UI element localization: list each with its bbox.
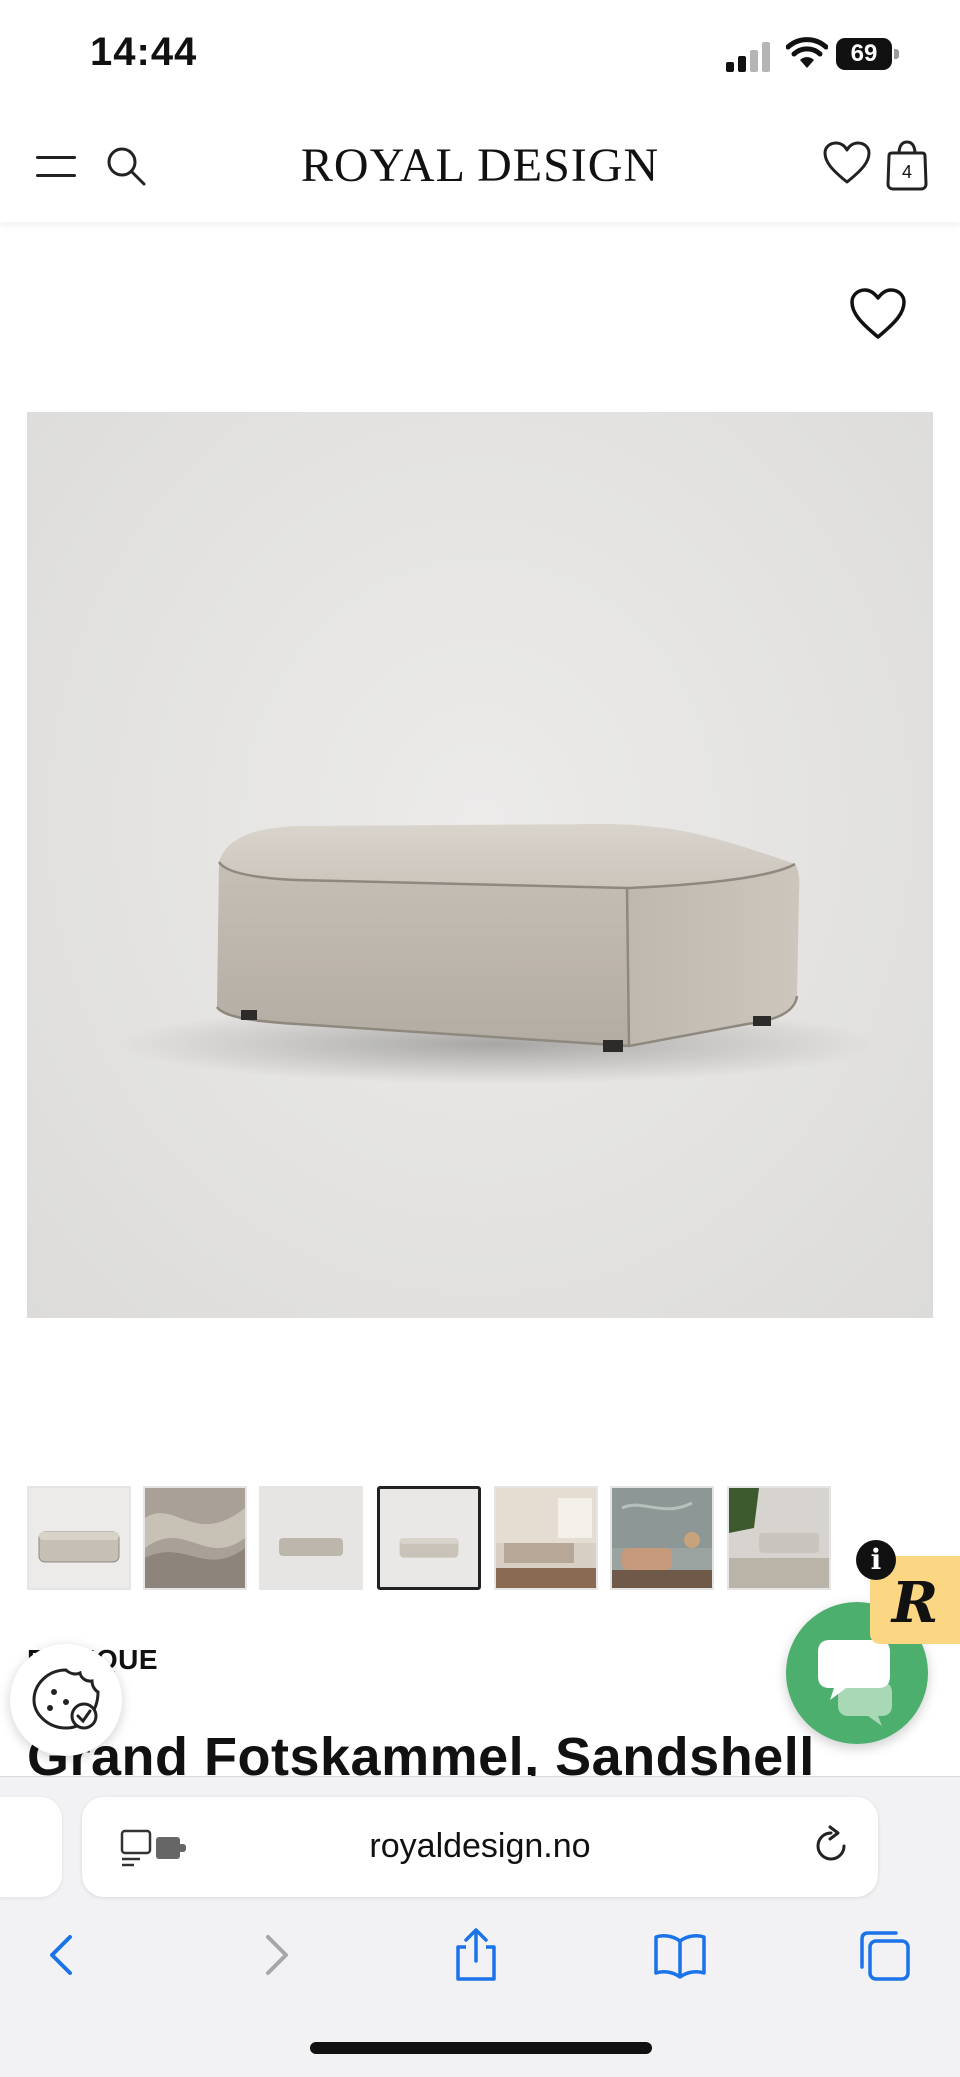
wifi-icon — [786, 37, 828, 68]
back-icon[interactable] — [36, 1927, 92, 1983]
thumbnail-6[interactable] — [610, 1486, 714, 1590]
heart-icon[interactable] — [822, 140, 872, 186]
ottoman-illustration — [117, 824, 877, 1084]
product-main-image[interactable] — [27, 412, 933, 1318]
thumbnail-4[interactable] — [377, 1486, 481, 1590]
home-indicator — [310, 2042, 652, 2054]
cookie-icon — [32, 1668, 100, 1730]
previous-tab-preview[interactable] — [0, 1797, 62, 1897]
address-bar[interactable]: royaldesign.no — [82, 1797, 878, 1897]
reviews-logo: R — [891, 1570, 939, 1636]
status-time: 14:44 — [90, 30, 198, 74]
bookmarks-icon[interactable] — [652, 1927, 708, 1983]
url-text: royaldesign.no — [369, 1827, 591, 1865]
browser-toolbar: royaldesign.no — [0, 1776, 960, 2077]
cart-button[interactable]: 4 — [884, 138, 930, 192]
reload-icon[interactable] — [808, 1823, 854, 1869]
forward-icon[interactable] — [246, 1927, 302, 1983]
status-bar: 14:44 69 — [0, 0, 960, 110]
site-header: ROYAL DESIGN 4 — [0, 110, 960, 222]
cookie-settings-button[interactable] — [10, 1644, 122, 1756]
thumbnail-7[interactable] — [727, 1486, 831, 1590]
share-icon[interactable] — [448, 1927, 504, 1983]
tabs-icon[interactable] — [856, 1927, 912, 1983]
battery-level: 69 — [836, 38, 892, 70]
cart-count: 4 — [901, 162, 912, 182]
cellular-signal-icon — [726, 42, 772, 72]
thumbnail-3[interactable] — [259, 1486, 363, 1590]
site-logo[interactable]: ROYAL DESIGN — [0, 138, 960, 193]
info-icon[interactable]: i — [856, 1540, 896, 1580]
thumbnail-1[interactable] — [27, 1486, 131, 1590]
thumbnail-2[interactable] — [143, 1486, 247, 1590]
thumbnail-5[interactable] — [494, 1486, 598, 1590]
battery-icon: 69 — [836, 38, 900, 70]
favorite-heart-icon[interactable] — [848, 286, 908, 342]
